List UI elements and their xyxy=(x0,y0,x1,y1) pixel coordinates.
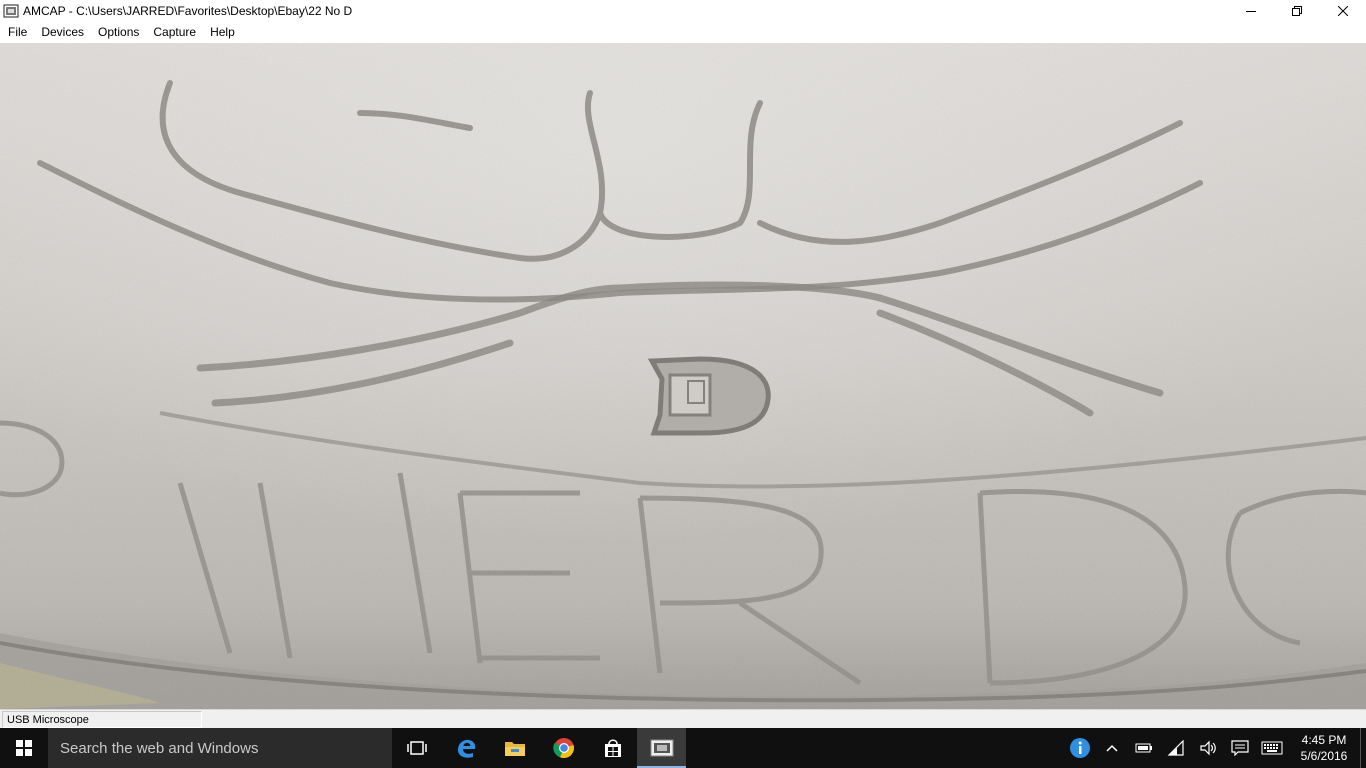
taskbar-clock[interactable]: 4:45 PM 5/6/2016 xyxy=(1288,728,1360,768)
info-notification-button[interactable] xyxy=(1064,728,1096,768)
chrome-button[interactable] xyxy=(539,728,588,768)
store-button[interactable] xyxy=(588,728,637,768)
edge-button[interactable] xyxy=(441,728,490,768)
minimize-button[interactable] xyxy=(1228,0,1274,22)
search-placeholder: Search the web and Windows xyxy=(60,739,259,757)
menu-options[interactable]: Options xyxy=(91,22,146,43)
clock-date: 5/6/2016 xyxy=(1300,749,1348,763)
video-preview xyxy=(0,43,1366,709)
chevron-up-icon xyxy=(1106,744,1118,752)
wifi-icon xyxy=(1167,740,1184,756)
start-button[interactable] xyxy=(0,728,48,768)
system-tray: 4:45 PM 5/6/2016 xyxy=(1064,728,1366,768)
restore-button[interactable] xyxy=(1274,0,1320,22)
window-controls xyxy=(1228,0,1366,22)
close-button[interactable] xyxy=(1320,0,1366,22)
volume-icon xyxy=(1200,740,1216,756)
search-box[interactable]: Search the web and Windows xyxy=(48,728,392,768)
window-title: AMCAP - C:\Users\JARRED\Favorites\Deskto… xyxy=(23,4,353,18)
edge-icon xyxy=(457,739,475,758)
network-button[interactable] xyxy=(1160,728,1192,768)
minimize-icon xyxy=(1246,11,1256,12)
show-desktop-button[interactable] xyxy=(1360,728,1366,768)
clock-time: 4:45 PM xyxy=(1301,733,1347,747)
taskbar: Search the web and Windows 4:45 PM 5/6/2… xyxy=(0,728,1366,768)
menu-help[interactable]: Help xyxy=(203,22,242,43)
status-bar: USB Microscope xyxy=(0,709,1366,728)
restore-icon xyxy=(1292,6,1302,16)
volume-button[interactable] xyxy=(1192,728,1224,768)
keyboard-icon xyxy=(1261,741,1283,755)
battery-icon xyxy=(1135,743,1152,753)
close-icon xyxy=(1338,6,1348,16)
chrome-icon xyxy=(552,738,574,759)
coin-closeup-image xyxy=(0,43,1366,709)
status-device-name: USB Microscope xyxy=(2,710,202,728)
action-center-icon xyxy=(1231,740,1249,756)
amcap-icon xyxy=(650,739,673,757)
menu-bar: File Devices Options Capture Help xyxy=(0,22,1366,43)
file-explorer-icon xyxy=(504,742,525,756)
menu-file[interactable]: File xyxy=(1,22,34,43)
store-icon xyxy=(604,739,621,757)
file-explorer-button[interactable] xyxy=(490,728,539,768)
battery-button[interactable] xyxy=(1128,728,1160,768)
action-center-button[interactable] xyxy=(1224,728,1256,768)
touch-keyboard-button[interactable] xyxy=(1256,728,1288,768)
task-view-button[interactable] xyxy=(392,728,441,768)
info-icon xyxy=(1070,738,1090,758)
task-view-icon xyxy=(406,741,427,755)
amcap-app-icon[interactable] xyxy=(3,3,19,19)
menu-devices[interactable]: Devices xyxy=(34,22,91,43)
show-hidden-icons-button[interactable] xyxy=(1096,728,1128,768)
menu-capture[interactable]: Capture xyxy=(146,22,203,43)
amcap-taskbar-button[interactable] xyxy=(637,728,686,768)
windows-logo-icon xyxy=(16,740,32,756)
title-bar: AMCAP - C:\Users\JARRED\Favorites\Deskto… xyxy=(0,0,1366,22)
